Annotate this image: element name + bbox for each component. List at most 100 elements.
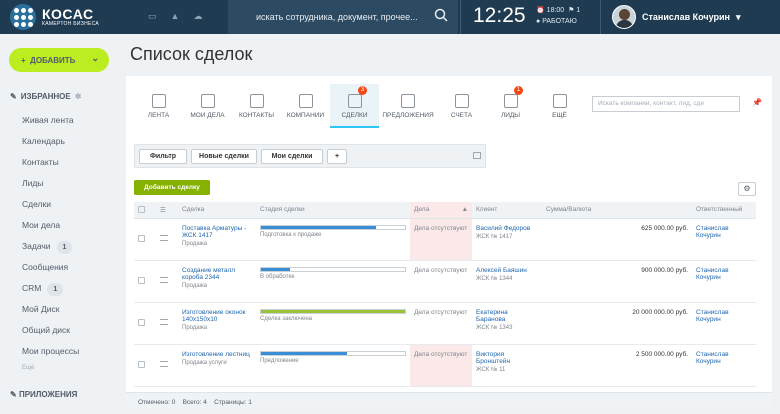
logo-icon [10, 4, 36, 30]
tab[interactable]: СДЕЛКИ 3 [330, 84, 379, 128]
tab[interactable]: ЕЩЁ [535, 84, 584, 128]
sidebar-item[interactable]: Задачи 1 [0, 236, 122, 257]
responsible-link[interactable]: Станислав Кочурин [696, 267, 752, 281]
crm-search-input[interactable]: Искать компании, контакт, лид, сде [592, 96, 740, 112]
messages-icon[interactable]: ▭ [148, 11, 157, 22]
filter-button[interactable]: Фильтр [139, 149, 187, 164]
responsible-link[interactable]: Станислав Кочурин [696, 351, 752, 365]
deal-link[interactable]: Изготовление лестниц [182, 351, 252, 358]
row-menu-icon[interactable] [160, 318, 168, 325]
stage-progress[interactable] [260, 224, 406, 230]
col-amount[interactable]: Сумма/Валюта [542, 202, 692, 219]
sidebar-item[interactable]: Живая лента [0, 110, 122, 131]
stage-progress[interactable] [260, 350, 406, 356]
pages-count[interactable]: 1 [248, 399, 252, 406]
sidebar-item[interactable]: Мои дела [0, 215, 122, 236]
tab[interactable]: ЛЕНТА [134, 84, 183, 128]
sidebar-item[interactable]: Мой Диск [0, 299, 122, 320]
favorites-header[interactable]: ✎ ИЗБРАННОЕ ✲ [10, 92, 81, 101]
stage-progress[interactable] [260, 266, 406, 272]
sidebar-item[interactable]: Календарь [0, 131, 122, 152]
table-row[interactable]: Поставка Арматуры - ЖСК 1417 Продажа Подго… [134, 218, 756, 261]
row-checkbox[interactable] [138, 234, 145, 242]
table-row[interactable]: Изготовление лестниц Продажа услуги Предло… [134, 344, 756, 387]
sidebar-item[interactable]: Контакты [0, 152, 122, 173]
client-link[interactable]: Алексей Баяшин [476, 267, 538, 274]
deal-type: Продажа [182, 282, 208, 289]
row-checkbox[interactable] [138, 360, 145, 368]
sidebar-item[interactable]: Сделки [0, 194, 122, 215]
global-search[interactable]: искать сотрудника, документ, прочее... [228, 0, 458, 34]
gear-icon[interactable]: ⚙ [738, 182, 756, 196]
deal-link[interactable]: Изготовление оконок 140х150х10 [182, 309, 252, 323]
window-icon[interactable] [473, 152, 481, 159]
client-link[interactable]: Екатерина Баранова [476, 309, 538, 323]
my-deals-button[interactable]: Мои сделки [261, 149, 323, 164]
activity-cell[interactable]: Дела отсутствуют [410, 302, 472, 345]
col-client[interactable]: Клиент [472, 202, 542, 219]
sidebar-item[interactable]: Сообщения [0, 257, 122, 278]
user-name[interactable]: Станислав Кочурин [642, 12, 730, 22]
deal-type: Продажа [182, 240, 208, 247]
companies-icon [298, 94, 313, 108]
cloud-icon[interactable]: ☁ [193, 11, 202, 22]
add-filter-button[interactable]: + [327, 149, 347, 164]
client-link[interactable]: Василий Федоров [476, 225, 538, 232]
sidebar-more[interactable]: Ещё [0, 362, 122, 374]
tab[interactable]: КОМПАНИИ [281, 84, 330, 128]
add-deal-button[interactable]: Добавить сделку [134, 180, 210, 195]
col-deal[interactable]: Сделка [178, 202, 256, 219]
new-deals-button[interactable]: Новые сделки [191, 149, 257, 164]
row-menu-icon[interactable] [160, 276, 168, 283]
add-button[interactable]: + ДОБАВИТЬ ⌄ [9, 48, 109, 72]
stage-progress[interactable] [260, 308, 406, 314]
activity-cell[interactable]: Дела отсутствуют [410, 344, 472, 387]
contacts-icon [249, 94, 264, 108]
table-row[interactable]: Создание металл короба 2344 Продажа В обра… [134, 260, 756, 303]
col-stage[interactable]: Стадия сделки [256, 202, 410, 219]
search-icon[interactable] [434, 8, 448, 22]
deal-link[interactable]: Поставка Арматуры - ЖСК 1417 [182, 225, 252, 239]
col-activity[interactable]: Дела ▲ [410, 202, 472, 219]
tab[interactable]: СЧЕТА [437, 84, 486, 128]
activity-cell[interactable]: Дела отсутствуют [410, 260, 472, 303]
tab[interactable]: МОИ ДЕЛА [183, 84, 232, 128]
responsible-link[interactable]: Станислав Кочурин [696, 309, 752, 323]
client-company: ЖСК № 1343 [476, 324, 513, 331]
user-menu[interactable]: Станислав Кочурин ▾ [612, 5, 741, 29]
clock[interactable]: 12:25 [473, 4, 526, 28]
apps-section[interactable]: ✎ ПРИЛОЖЕНИЯ [10, 390, 77, 399]
bell-icon[interactable]: ▲ [171, 11, 180, 22]
sidebar-item[interactable]: Общий диск [0, 320, 122, 341]
tab[interactable]: КОНТАКТЫ [232, 84, 281, 128]
tab-label: ЕЩЁ [552, 112, 567, 119]
avatar[interactable] [612, 5, 636, 29]
stage-progress-fill [261, 225, 377, 229]
sidebar-item[interactable]: CRM 1 [0, 278, 122, 299]
deal-link[interactable]: Создание металл короба 2344 [182, 267, 252, 281]
stage-progress-fill [261, 267, 290, 271]
logo[interactable]: КОСАС КАМЕРТОН БИЗНЕСА [10, 4, 99, 30]
select-all-checkbox[interactable] [138, 206, 145, 214]
col-responsible[interactable]: Ответственный [692, 202, 756, 219]
row-checkbox[interactable] [138, 318, 145, 326]
tab[interactable]: ЛИДЫ 1 [486, 84, 535, 128]
tab-label: ЛИДЫ [500, 112, 521, 119]
table-row[interactable]: Изготовление оконок 140х150х10 Продажа Сде… [134, 302, 756, 345]
sidebar-item-label: Мои процессы [22, 346, 80, 356]
row-menu-icon[interactable] [160, 360, 168, 367]
row-menu-icon[interactable] [160, 234, 168, 241]
alarm-info[interactable]: ⏰ 18:00 ⚑ 1 [536, 5, 580, 16]
pin-icon[interactable]: 📌 [752, 98, 762, 107]
columns-icon[interactable]: ☰ [160, 207, 166, 214]
sidebar-item[interactable]: Мои процессы [0, 341, 122, 362]
gear-icon[interactable]: ✲ [75, 92, 82, 101]
row-checkbox[interactable] [138, 276, 145, 284]
global-search-input[interactable]: искать сотрудника, документ, прочее... [256, 12, 418, 22]
client-link[interactable]: Виктория Бронштейн [476, 351, 538, 365]
tab[interactable]: ПРЕДЛОЖЕНИЯ [379, 84, 437, 128]
responsible-link[interactable]: Станислав Кочурин [696, 225, 752, 239]
sidebar-item[interactable]: Лиды [0, 173, 122, 194]
activity-cell[interactable]: Дела отсутствуют [410, 218, 472, 261]
work-status[interactable]: ● РАБОТАЮ [536, 18, 577, 25]
